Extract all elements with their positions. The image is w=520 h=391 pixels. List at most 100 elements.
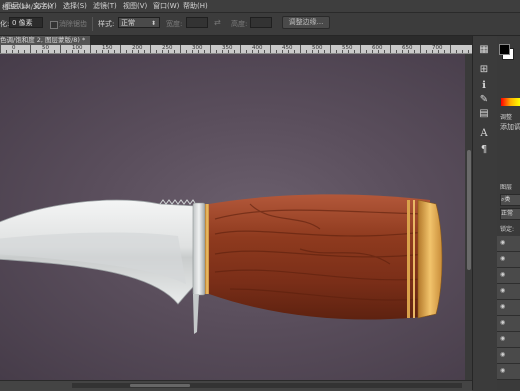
document-canvas[interactable] xyxy=(0,54,465,380)
ruler-tick xyxy=(66,50,67,53)
ruler-tick xyxy=(462,50,463,53)
height-input[interactable] xyxy=(250,17,272,28)
ruler-tick xyxy=(186,50,187,53)
adjustments-tab[interactable]: 调整 xyxy=(500,112,512,121)
ruler-tick xyxy=(348,50,349,53)
ruler-tick xyxy=(414,50,415,53)
ruler-tick xyxy=(126,50,127,53)
properties-panel-icon[interactable]: ⊞ xyxy=(477,64,491,76)
ruler-tick xyxy=(294,50,295,53)
layer-row[interactable]: ◉ xyxy=(497,348,520,364)
lock-label: 锁定: xyxy=(500,226,515,233)
refine-edge-button[interactable]: 调整边缘... xyxy=(282,16,330,29)
add-adjustment-label: 添加调 xyxy=(500,123,520,131)
vertical-scroll-thumb[interactable] xyxy=(467,150,471,270)
visibility-eye-icon[interactable]: ◉ xyxy=(500,288,508,294)
ruler-tick xyxy=(282,50,283,53)
swatches-panel-icon[interactable]: ▤ xyxy=(477,108,491,120)
horizontal-scroll-thumb[interactable] xyxy=(130,384,190,387)
paragraph-panel-icon[interactable]: ¶ xyxy=(477,144,491,156)
layer-filter-kind[interactable]: ⌕类 xyxy=(500,194,520,206)
ruler-tick xyxy=(330,45,331,53)
visibility-eye-icon[interactable]: ◉ xyxy=(500,256,508,262)
ruler-tick xyxy=(234,50,235,53)
brush-panel-icon[interactable]: ✎ xyxy=(477,94,491,106)
finger-guard xyxy=(193,294,199,334)
ruler-tick xyxy=(192,50,193,53)
ruler-tick xyxy=(306,50,307,53)
ruler-tick xyxy=(318,50,319,53)
layer-kind-label: 类 xyxy=(504,196,511,203)
color-spectrum[interactable] xyxy=(501,98,520,106)
menu-select[interactable]: 选择(S) xyxy=(63,1,87,11)
ruler-tick xyxy=(366,50,367,53)
blade-serrations xyxy=(159,199,196,205)
ruler-tick xyxy=(324,50,325,53)
layer-row[interactable]: ◉ xyxy=(497,252,520,268)
ruler-tick xyxy=(426,50,427,53)
info-panel-icon[interactable]: ℹ xyxy=(477,80,491,92)
menu-help[interactable]: 帮助(H) xyxy=(183,1,208,11)
ruler-tick xyxy=(384,50,385,53)
layer-row[interactable]: ◉ xyxy=(497,236,520,252)
menu-filter[interactable]: 滤镜(T) xyxy=(93,1,117,11)
ruler-tick xyxy=(138,50,139,53)
visibility-eye-icon[interactable]: ◉ xyxy=(500,368,508,374)
divider xyxy=(92,17,93,31)
menu-view[interactable]: 视图(V) xyxy=(123,1,147,11)
visibility-eye-icon[interactable]: ◉ xyxy=(500,272,508,278)
style-label: 样式: xyxy=(98,20,115,28)
layer-row[interactable]: ◉ xyxy=(497,332,520,348)
ruler-tick xyxy=(48,50,49,53)
panel-icon-column: ▦ ⊞ ℹ ✎ ▤ A ¶ xyxy=(472,36,498,390)
ruler-tick xyxy=(114,50,115,53)
document-tab[interactable]: 色调/饱和度 2, 图层蒙版/8) * × xyxy=(0,36,90,45)
visibility-eye-icon[interactable]: ◉ xyxy=(500,352,508,358)
antialias-checkbox[interactable] xyxy=(50,21,58,29)
ruler-tick xyxy=(18,50,19,53)
visibility-eye-icon[interactable]: ◉ xyxy=(500,304,508,310)
ruler-tick xyxy=(168,50,169,53)
ruler-tick xyxy=(468,50,469,53)
feather-input[interactable]: 0 像素 xyxy=(9,17,43,28)
ruler-tick xyxy=(42,50,43,53)
options-bar: 化: 0 像素 消除锯齿 样式: 正常 ⬍ 宽度: ⇄ 高度: 调整边缘... xyxy=(0,13,520,36)
character-panel-icon[interactable]: A xyxy=(477,128,491,140)
layer-row[interactable]: ◉ xyxy=(497,300,520,316)
ruler-tick xyxy=(342,50,343,53)
ruler-tick xyxy=(276,50,277,53)
menu-window[interactable]: 窗口(W) xyxy=(153,1,179,11)
layers-tab[interactable]: 图层 xyxy=(500,182,512,191)
foreground-color-swatch[interactable] xyxy=(499,44,510,55)
ruler-tick xyxy=(6,50,7,53)
horizontal-ruler[interactable]: 0 50 100 150 200 250 300 350 400 450 500… xyxy=(0,45,472,54)
layer-row[interactable]: ◉ xyxy=(497,284,520,300)
ruler-tick xyxy=(450,45,451,53)
ruler-tick xyxy=(264,50,265,53)
ruler-tick xyxy=(162,50,163,53)
blend-mode-select[interactable]: 正常 xyxy=(500,208,520,220)
ruler-tick xyxy=(216,50,217,53)
layer-row[interactable]: ◉ xyxy=(497,364,520,380)
ruler-tick xyxy=(228,50,229,53)
visibility-eye-icon[interactable]: ◉ xyxy=(500,320,508,326)
layer-row[interactable]: ◉ xyxy=(497,316,520,332)
visibility-eye-icon[interactable]: ◉ xyxy=(500,336,508,342)
style-select[interactable]: 正常 ⬍ xyxy=(118,17,160,28)
history-panel-icon[interactable]: ▦ xyxy=(477,44,491,56)
swap-icon[interactable]: ⇄ xyxy=(214,18,221,27)
width-input[interactable] xyxy=(186,17,208,28)
ruler-tick xyxy=(132,50,133,53)
ruler-tick xyxy=(180,45,181,53)
antialias-label: 消除锯齿 xyxy=(59,20,87,28)
close-tab-icon[interactable]: × xyxy=(89,36,90,44)
ruler-tick xyxy=(258,50,259,53)
ruler-tick xyxy=(360,45,361,53)
layer-row[interactable]: ◉ xyxy=(497,268,520,284)
pommel xyxy=(417,199,443,319)
ruler-tick xyxy=(210,45,211,53)
ruler-tick xyxy=(108,50,109,53)
document-size-info[interactable]: 档:5.72M/39.5M xyxy=(2,1,53,11)
visibility-eye-icon[interactable]: ◉ xyxy=(500,240,508,246)
ruler-tick xyxy=(420,45,421,53)
